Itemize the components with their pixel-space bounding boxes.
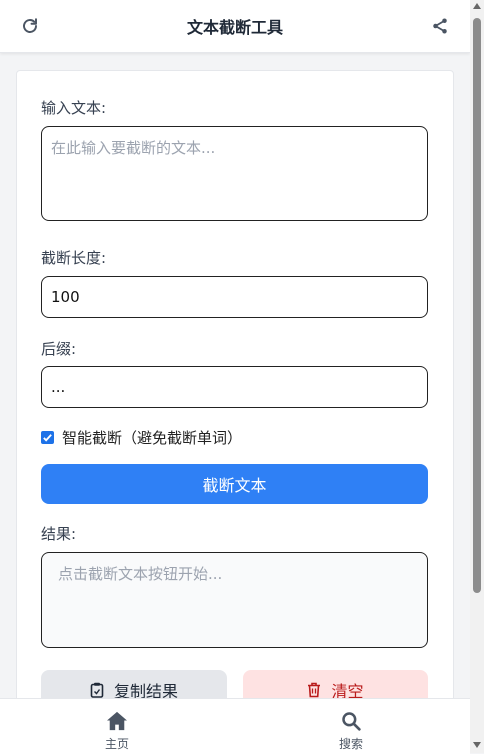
smart-truncate-checkbox[interactable] [41, 431, 54, 444]
bottom-nav: 主页 搜索 [0, 698, 470, 754]
suffix-label: 后缀: [41, 340, 77, 358]
result-area[interactable] [41, 552, 428, 648]
search-icon [342, 712, 361, 731]
length-input[interactable] [41, 276, 428, 318]
nav-search[interactable]: 搜索 [321, 711, 381, 752]
scrollbar[interactable] [470, 0, 484, 753]
length-label: 截断长度: [41, 249, 107, 267]
scroll-up-arrow[interactable] [473, 3, 481, 9]
suffix-input[interactable] [41, 366, 428, 408]
share-icon[interactable] [428, 14, 452, 38]
smart-truncate-label: 智能截断（避免截断单词） [62, 429, 243, 447]
trash-icon [308, 682, 321, 698]
clipboard-icon [90, 682, 104, 698]
input-text-label: 输入文本: [41, 99, 107, 117]
app-header: 文本截断工具 [0, 0, 470, 53]
nav-search-label: 搜索 [338, 737, 363, 751]
smart-truncate-row[interactable]: 智能截断（避免截断单词） [41, 427, 242, 448]
scroll-down-arrow[interactable] [473, 742, 481, 748]
nav-home[interactable]: 主页 [87, 711, 147, 752]
nav-home-label: 主页 [104, 737, 129, 751]
result-label: 结果: [41, 525, 77, 543]
page-title: 文本截断工具 [186, 18, 283, 37]
truncate-button[interactable]: 截断文本 [41, 464, 428, 504]
home-icon [107, 711, 127, 731]
input-text-area[interactable] [41, 126, 428, 221]
scrollbar-thumb[interactable] [473, 18, 481, 593]
